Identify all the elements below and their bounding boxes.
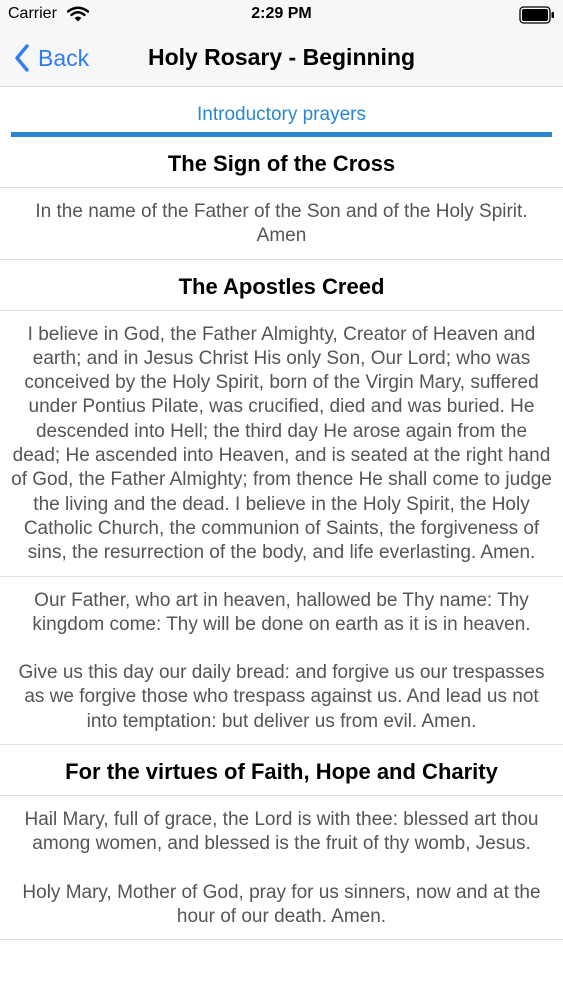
prayer-paragraph: I believe in God, the Father Almighty, C… (11, 323, 552, 564)
prayer-text-apostles-creed: I believe in God, the Father Almighty, C… (0, 311, 563, 577)
prayer-text-hail-mary: Hail Mary, full of grace, the Lord is wi… (0, 796, 563, 941)
tab-introductory-prayers[interactable]: Introductory prayers (0, 87, 563, 137)
prayer-title-sign-of-cross: The Sign of the Cross (0, 137, 563, 188)
prayer-title-apostles-creed: The Apostles Creed (0, 260, 563, 311)
page-title: Holy Rosary - Beginning (147, 44, 416, 70)
prayer-paragraph: Our Father, who art in heaven, hallowed … (32, 589, 531, 635)
prayer-paragraph: Holy Mary, Mother of God, pray for us si… (22, 881, 541, 927)
prayer-title-virtues: For the virtues of Faith, Hope and Chari… (0, 745, 563, 797)
status-bar: Carrier 2:29 PM (0, 0, 563, 30)
tab-underline (11, 132, 552, 137)
prayer-paragraph: In the name of the Father of the Son and… (35, 201, 528, 247)
status-time: 2:29 PM (251, 5, 312, 22)
prayer-text-our-father: Our Father, who art in heaven, hallowed … (0, 577, 563, 746)
prayer-text-sign-of-cross: In the name of the Father of the Son and… (0, 188, 563, 260)
prayer-paragraph: Hail Mary, full of grace, the Lord is wi… (24, 809, 539, 855)
navigation-bar: Back Holy Rosary - Beginning (0, 30, 563, 87)
prayer-paragraph: Give us this day our daily bread: and fo… (18, 662, 545, 732)
prayer-content[interactable]: Introductory prayers The Sign of the Cro… (0, 87, 563, 1000)
tab-label: Introductory prayers (197, 104, 366, 125)
battery-icon (519, 6, 554, 24)
